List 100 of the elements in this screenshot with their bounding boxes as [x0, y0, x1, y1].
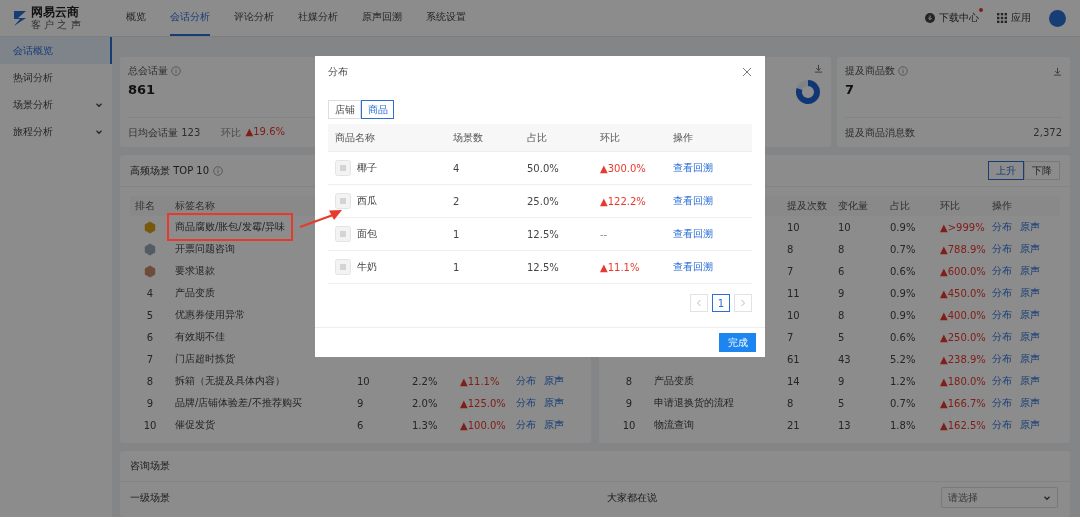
rank-number: 5: [146, 309, 154, 321]
table-link[interactable]: 原声: [1020, 330, 1040, 344]
table-cell: 1.2%: [890, 375, 916, 387]
grid-icon[interactable]: [997, 13, 1007, 23]
done-button[interactable]: 完成: [719, 333, 756, 352]
table-link[interactable]: 分布: [516, 418, 536, 432]
table-link[interactable]: 分布: [992, 242, 1012, 256]
sort-toggle[interactable]: 上升: [988, 161, 1024, 180]
tab[interactable]: 店铺: [328, 100, 361, 119]
sidebar-item[interactable]: 旅程分析: [0, 118, 112, 145]
table-cell: 14: [787, 375, 800, 387]
table-link[interactable]: 原声: [1020, 220, 1040, 234]
table-cell: 5: [838, 331, 845, 343]
table-link[interactable]: 分布: [992, 418, 1012, 432]
table-cell: 2.2%: [412, 375, 438, 387]
table-cell: 8: [838, 243, 845, 255]
column-header: 占比: [527, 130, 547, 145]
table-cell: 5.2%: [890, 353, 916, 365]
stat-title: 总会话量: [128, 64, 168, 78]
table-cell: 10: [357, 375, 370, 387]
table-cell: 品牌/店铺体验差/不推荐购买: [175, 396, 302, 410]
table-link[interactable]: 原声: [1020, 242, 1040, 256]
table-cell: ▲>999%: [940, 221, 985, 233]
image-placeholder-icon: [335, 259, 351, 275]
stat-value: 7: [845, 82, 856, 97]
table-cell: 21: [787, 419, 800, 431]
table-link[interactable]: 原声: [1020, 286, 1040, 300]
table-link[interactable]: 分布: [992, 264, 1012, 278]
download-center-link[interactable]: 下载中心: [939, 11, 979, 25]
table-cell: 4: [453, 162, 460, 174]
table-cell: 商品腐败/胀包/发霉/异味: [175, 220, 286, 234]
table-link[interactable]: 原声: [1020, 418, 1040, 432]
stat-title: 提及商品数: [845, 64, 895, 78]
table-link[interactable]: 原声: [1020, 374, 1040, 388]
table-cell: 0.9%: [890, 287, 916, 299]
column-header: 排名: [135, 199, 155, 213]
table-link[interactable]: 分布: [992, 396, 1012, 410]
column-header: 占比: [890, 199, 910, 213]
nav-tab[interactable]: 评论分析: [234, 0, 274, 36]
table-link[interactable]: 分布: [516, 396, 536, 410]
table-cell: 7: [787, 331, 794, 343]
table-link[interactable]: 原声: [544, 374, 564, 388]
table-link[interactable]: 查看回溯: [673, 194, 713, 208]
table-link[interactable]: 分布: [992, 308, 1012, 322]
download-icon[interactable]: [814, 64, 823, 73]
table-cell: 10: [787, 221, 800, 233]
table-cell: 7: [787, 265, 794, 277]
section-label: 大家都在说: [607, 490, 658, 505]
info-icon: [213, 165, 224, 176]
table-cell: 有效期不佳: [175, 330, 225, 344]
sidebar-item[interactable]: 场景分析: [0, 91, 112, 118]
table-link[interactable]: 原声: [1020, 396, 1040, 410]
chevron-left-icon: [696, 299, 702, 307]
sidebar-item[interactable]: 会话概览: [0, 37, 112, 64]
column-header: 提及次数: [787, 199, 827, 213]
close-icon[interactable]: [742, 67, 752, 77]
table-cell: 1.8%: [890, 419, 916, 431]
table-cell: ▲166.7%: [940, 397, 986, 409]
nav-tab[interactable]: 系统设置: [426, 0, 466, 36]
table-cell: 申请退换货的流程: [654, 396, 734, 410]
table-cell: 0.6%: [890, 265, 916, 277]
select-field[interactable]: 请选择: [941, 487, 1058, 508]
page-button[interactable]: 1: [712, 294, 730, 312]
table-link[interactable]: 分布: [516, 374, 536, 388]
column-header: 标签名称: [175, 199, 215, 213]
nav-tab[interactable]: 社媒分析: [298, 0, 338, 36]
nav-tab[interactable]: 原声回溯: [362, 0, 402, 36]
tab[interactable]: 商品: [361, 100, 394, 119]
table-link[interactable]: 原声: [1020, 264, 1040, 278]
table-link[interactable]: 原声: [544, 418, 564, 432]
table-cell: 物流查询: [654, 418, 694, 432]
table-cell: 10: [838, 221, 851, 233]
table-link[interactable]: 分布: [992, 330, 1012, 344]
table-link[interactable]: 分布: [992, 220, 1012, 234]
sort-toggle[interactable]: 下降: [1024, 161, 1060, 180]
table-cell: 产品变质: [175, 286, 215, 300]
table-cell: 9: [838, 287, 845, 299]
table-cell: 0.7%: [890, 243, 916, 255]
table-link[interactable]: 查看回溯: [673, 260, 713, 274]
table-cell: 0.9%: [890, 309, 916, 321]
table-link[interactable]: 分布: [992, 374, 1012, 388]
table-link[interactable]: 分布: [992, 352, 1012, 366]
table-link[interactable]: 分布: [992, 286, 1012, 300]
nav-tab[interactable]: 概览: [126, 0, 146, 36]
sidebar-item[interactable]: 热词分析: [0, 64, 112, 91]
table-link[interactable]: 原声: [1020, 308, 1040, 322]
avatar[interactable]: [1049, 9, 1066, 27]
table-link[interactable]: 原声: [1020, 352, 1040, 366]
table-link[interactable]: 查看回溯: [673, 227, 713, 241]
nav-tab[interactable]: 会话分析: [170, 0, 210, 36]
table-link[interactable]: 原声: [544, 396, 564, 410]
table-cell: 1.3%: [412, 419, 438, 431]
table-cell: ▲100.0%: [460, 419, 506, 431]
table-link[interactable]: 查看回溯: [673, 161, 713, 175]
rank-number: 9: [146, 397, 154, 409]
stat-value: 861: [128, 82, 157, 97]
table-cell: 要求退款: [175, 264, 215, 278]
download-icon[interactable]: [1053, 66, 1062, 76]
table-cell: ▲162.5%: [940, 419, 986, 431]
apps-link[interactable]: 应用: [1011, 11, 1031, 25]
